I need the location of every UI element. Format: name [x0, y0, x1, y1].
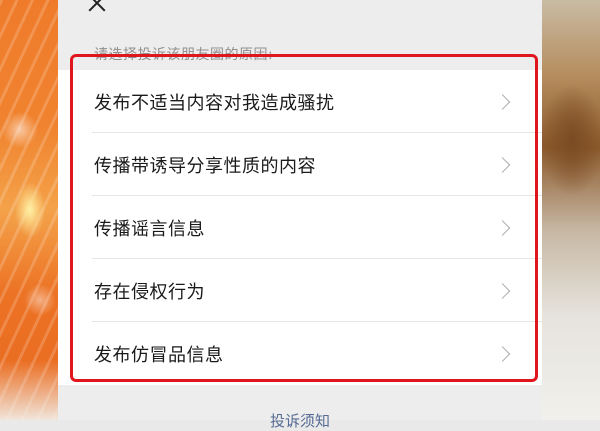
complaint-prompt: 请选择投诉该朋友圈的原因: — [94, 47, 274, 63]
reason-item-counterfeit[interactable]: 发布仿冒品信息 — [58, 322, 542, 385]
chevron-right-icon — [494, 156, 511, 173]
close-icon[interactable] — [86, 0, 108, 16]
reason-item-rumor[interactable]: 传播谣言信息 — [58, 196, 542, 259]
reason-item-harassment[interactable]: 发布不适当内容对我造成骚扰 — [58, 70, 542, 133]
chevron-right-icon — [494, 219, 511, 236]
complaint-sheet: 请选择投诉该朋友圈的原因: 发布不适当内容对我造成骚扰 传播带诱导分享性质的内容… — [58, 0, 542, 430]
chevron-right-icon — [494, 282, 511, 299]
reason-item-induced-sharing[interactable]: 传播带诱导分享性质的内容 — [58, 133, 542, 196]
background-photo-left — [0, 0, 58, 420]
chevron-right-icon — [494, 93, 511, 110]
complaint-notice-link[interactable]: 投诉须知 — [58, 410, 542, 431]
reason-label: 发布仿冒品信息 — [94, 344, 224, 366]
reason-label: 传播谣言信息 — [94, 218, 205, 240]
reason-label: 传播带诱导分享性质的内容 — [94, 155, 316, 177]
reason-list: 发布不适当内容对我造成骚扰 传播带诱导分享性质的内容 传播谣言信息 存在侵权行为… — [58, 70, 542, 385]
reason-label: 发布不适当内容对我造成骚扰 — [94, 92, 335, 114]
reason-item-infringement[interactable]: 存在侵权行为 — [58, 259, 542, 322]
background-photo-right — [542, 0, 600, 420]
reason-label: 存在侵权行为 — [94, 281, 205, 303]
chevron-right-icon — [494, 345, 511, 362]
